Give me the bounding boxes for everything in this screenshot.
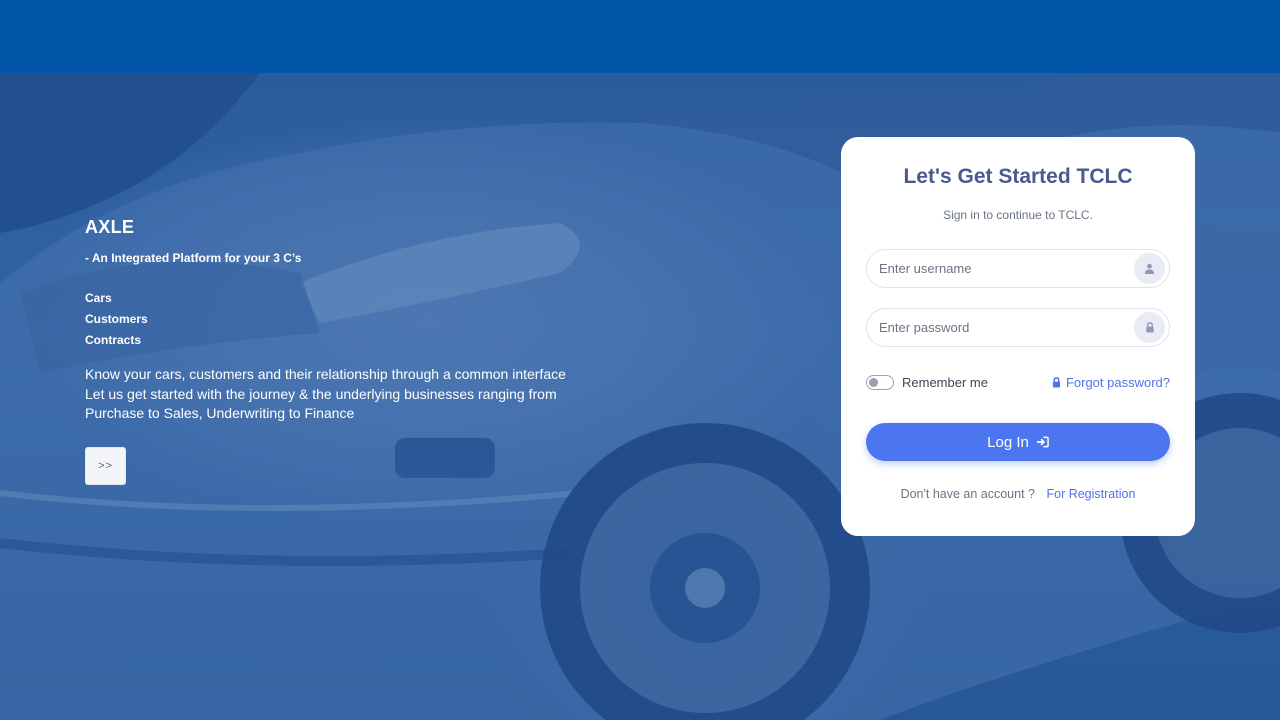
forgot-password-link[interactable]: Forgot password? bbox=[1052, 375, 1170, 390]
password-input[interactable] bbox=[879, 309, 1129, 346]
lock-icon bbox=[1134, 312, 1165, 343]
registration-link[interactable]: For Registration bbox=[1046, 487, 1135, 501]
username-field bbox=[866, 249, 1170, 288]
intro-description: Know your cars, customers and their rela… bbox=[85, 365, 625, 424]
brand-title: AXLE bbox=[85, 217, 135, 237]
registration-row: Don't have an account ? For Registration bbox=[841, 487, 1195, 501]
login-card: Let's Get Started TCLC Sign in to contin… bbox=[841, 137, 1195, 536]
feature-item-cars: Cars bbox=[85, 291, 112, 305]
next-button[interactable]: >> bbox=[85, 447, 126, 485]
intro-section: AXLE - An Integrated Platform for your 3… bbox=[85, 217, 566, 485]
password-field bbox=[866, 308, 1170, 347]
forgot-password-label: Forgot password? bbox=[1065, 375, 1170, 390]
brand-tagline: - An Integrated Platform for your 3 C’s bbox=[85, 251, 302, 265]
description-line: Know your cars, customers and their rela… bbox=[85, 366, 566, 382]
sign-in-icon bbox=[1036, 436, 1049, 448]
lock-icon bbox=[1052, 377, 1061, 388]
login-button[interactable]: Log In bbox=[866, 423, 1170, 461]
user-icon bbox=[1134, 253, 1165, 284]
login-subtitle: Sign in to continue to TCLC. bbox=[943, 208, 1093, 222]
toggle-knob bbox=[869, 378, 878, 387]
login-button-label: Log In bbox=[987, 433, 1029, 451]
username-input[interactable] bbox=[879, 250, 1129, 287]
remember-label: Remember me bbox=[902, 375, 988, 390]
login-title: Let's Get Started TCLC bbox=[903, 165, 1133, 188]
no-account-text: Don't have an account ? bbox=[900, 487, 1035, 501]
top-header-bar bbox=[0, 0, 1280, 73]
description-line: Purchase to Sales, Underwriting to Finan… bbox=[85, 405, 355, 421]
features-list: Cars Customers Contracts bbox=[85, 288, 148, 351]
remember-toggle[interactable] bbox=[866, 375, 894, 390]
feature-item-contracts: Contracts bbox=[85, 333, 142, 347]
description-line: Let us get started with the journey & th… bbox=[85, 385, 557, 402]
feature-item-customers: Customers bbox=[85, 312, 148, 326]
login-options: Remember me Forgot password? bbox=[866, 373, 1170, 393]
